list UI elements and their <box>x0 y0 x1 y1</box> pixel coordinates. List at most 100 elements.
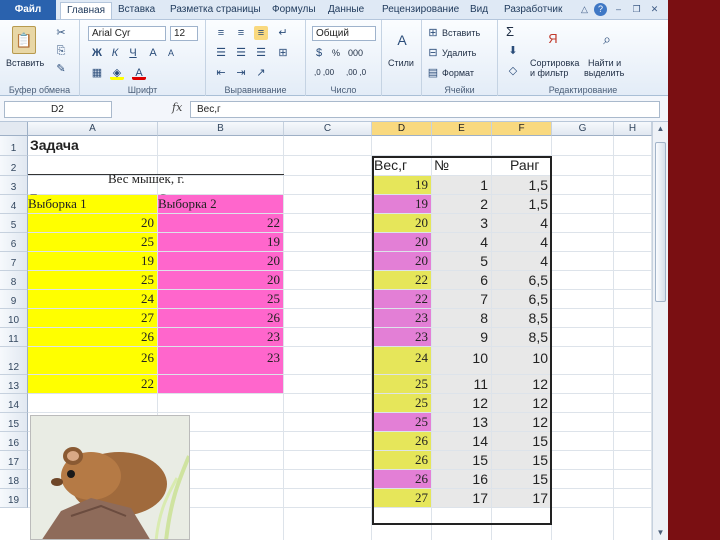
sample-b-value[interactable]: 25 <box>158 290 283 308</box>
indent-increase-icon[interactable]: ⇥ <box>234 66 248 80</box>
row-header-11[interactable]: 11 <box>0 328 28 347</box>
minimize-icon[interactable]: – <box>612 3 625 16</box>
column-header-a[interactable]: A <box>28 122 158 136</box>
merge-cells-icon[interactable]: ⊞ <box>276 46 290 60</box>
insert-function-button[interactable]: fx <box>172 101 182 114</box>
row-header-8[interactable]: 8 <box>0 271 28 290</box>
font-name-select[interactable]: Arial Cyr <box>88 26 166 41</box>
row-header-6[interactable]: 6 <box>0 233 28 252</box>
fill-color-icon[interactable]: ◈ <box>110 66 124 80</box>
delete-button[interactable]: Удалить <box>442 48 476 58</box>
percent-button[interactable]: % <box>332 48 340 58</box>
align-top-icon[interactable]: ≡ <box>214 26 228 40</box>
close-icon[interactable]: ✕ <box>648 3 661 16</box>
sample-a-value[interactable]: 27 <box>28 309 157 327</box>
sample-a-value[interactable]: 24 <box>28 290 157 308</box>
decrease-decimal-button[interactable]: ,00 ,0 <box>346 68 366 77</box>
vertical-scrollbar[interactable]: ▲ ▼ <box>652 122 668 540</box>
sort-filter-label-2[interactable]: и фильтр <box>530 68 568 78</box>
format-cells-icon[interactable]: ▤ <box>426 66 440 80</box>
column-header-f[interactable]: F <box>492 122 552 136</box>
row-header-19[interactable]: 19 <box>0 489 28 508</box>
row-header-15[interactable]: 15 <box>0 413 28 432</box>
formula-input[interactable]: Вес,г <box>190 101 660 118</box>
task-title[interactable]: Задача <box>30 136 79 154</box>
tab-formulas[interactable]: Формулы <box>272 2 316 19</box>
scroll-thumb[interactable] <box>655 142 666 302</box>
sample-b-value[interactable]: 23 <box>158 328 283 346</box>
column-header-e[interactable]: E <box>432 122 492 136</box>
find-icon[interactable]: ⌕ <box>596 26 618 52</box>
wrap-text-icon[interactable]: ↵ <box>276 26 290 40</box>
tab-data[interactable]: Данные <box>328 2 364 19</box>
find-select-label-2[interactable]: выделить <box>584 68 624 78</box>
tab-insert[interactable]: Вставка <box>118 2 155 19</box>
column-header-h[interactable]: H <box>614 122 652 136</box>
row-header-5[interactable]: 5 <box>0 214 28 233</box>
clear-icon[interactable]: ◇ <box>506 64 520 78</box>
bold-button[interactable]: Ж <box>90 46 104 60</box>
orientation-icon[interactable]: ↗ <box>254 66 268 80</box>
scroll-up-icon[interactable]: ▲ <box>653 122 668 136</box>
font-color-icon[interactable]: A <box>132 66 146 80</box>
tab-review[interactable]: Рецензирование <box>382 2 459 19</box>
align-center-icon[interactable]: ☰ <box>234 46 248 60</box>
sample-a-value[interactable]: 26 <box>28 328 157 346</box>
sample-b-value[interactable]: 20 <box>158 271 283 289</box>
sample-a-value[interactable]: 20 <box>28 214 157 232</box>
column-header-g[interactable]: G <box>552 122 614 136</box>
sample-a-value[interactable]: 25 <box>28 271 157 289</box>
row-header-7[interactable]: 7 <box>0 252 28 271</box>
sample-b-value[interactable]: 26 <box>158 309 283 327</box>
indent-decrease-icon[interactable]: ⇤ <box>214 66 228 80</box>
restore-icon[interactable]: ❐ <box>630 3 643 16</box>
sample-b-value[interactable]: 20 <box>158 252 283 270</box>
column-header-d[interactable]: D <box>372 122 432 136</box>
font-grow-icon[interactable]: A <box>146 46 160 60</box>
sample-b-value[interactable]: 19 <box>158 233 283 251</box>
delete-cells-icon[interactable]: ⊟ <box>426 46 440 60</box>
tab-developer[interactable]: Разработчик <box>504 2 562 19</box>
find-select-label-1[interactable]: Найти и <box>588 58 621 68</box>
row-header-12[interactable]: 12 <box>0 347 28 375</box>
row-header-2[interactable]: 2 <box>0 156 28 176</box>
mass-header[interactable]: Вес мышек, г. <box>108 170 184 188</box>
row-header-10[interactable]: 10 <box>0 309 28 328</box>
sample-a-value[interactable]: 22 <box>28 375 157 393</box>
paste-icon[interactable]: 📋 <box>12 26 36 54</box>
align-left-icon[interactable]: ☰ <box>214 46 228 60</box>
sample-b-value[interactable]: 22 <box>158 214 283 232</box>
number-format-select[interactable]: Общий <box>312 26 376 41</box>
styles-button[interactable]: Стили <box>388 58 414 68</box>
currency-icon[interactable]: $ <box>312 46 326 60</box>
column-header-c[interactable]: C <box>284 122 372 136</box>
row-header-1[interactable]: 1 <box>0 136 28 156</box>
row-header-13[interactable]: 13 <box>0 375 28 394</box>
font-size-select[interactable]: 12 <box>170 26 198 41</box>
sample-b-empty[interactable] <box>158 375 283 393</box>
select-all-corner[interactable] <box>0 122 28 136</box>
borders-icon[interactable]: ▦ <box>90 66 104 80</box>
paste-button[interactable]: Вставить <box>6 58 44 68</box>
row-header-18[interactable]: 18 <box>0 470 28 489</box>
increase-decimal-button[interactable]: ,0 ,00 <box>314 68 334 77</box>
help-icon[interactable]: ? <box>594 3 607 16</box>
sample-a-label[interactable]: Выборка 1 <box>28 195 157 213</box>
format-painter-icon[interactable]: ✎ <box>54 62 68 76</box>
tab-home[interactable]: Главная <box>60 2 113 19</box>
sample-b-label[interactable]: Выборка 2 <box>158 195 283 213</box>
sample-b-value[interactable]: 23 <box>158 347 283 374</box>
format-button[interactable]: Формат <box>442 68 474 78</box>
row-header-17[interactable]: 17 <box>0 451 28 470</box>
tab-file[interactable]: Файл <box>0 0 56 20</box>
align-middle-icon[interactable]: ≡ <box>234 26 248 40</box>
name-box[interactable]: D2 <box>4 101 112 118</box>
sample-a-value[interactable]: 19 <box>28 252 157 270</box>
row-header-3[interactable]: 3 <box>0 176 28 195</box>
tab-view[interactable]: Вид <box>470 2 488 19</box>
minimize-ribbon-icon[interactable]: △ <box>578 3 591 16</box>
copy-icon[interactable]: ⎘ <box>54 44 68 58</box>
scroll-down-icon[interactable]: ▼ <box>653 526 668 540</box>
sort-filter-label-1[interactable]: Сортировка <box>530 58 579 68</box>
cut-icon[interactable]: ✂ <box>54 26 68 40</box>
